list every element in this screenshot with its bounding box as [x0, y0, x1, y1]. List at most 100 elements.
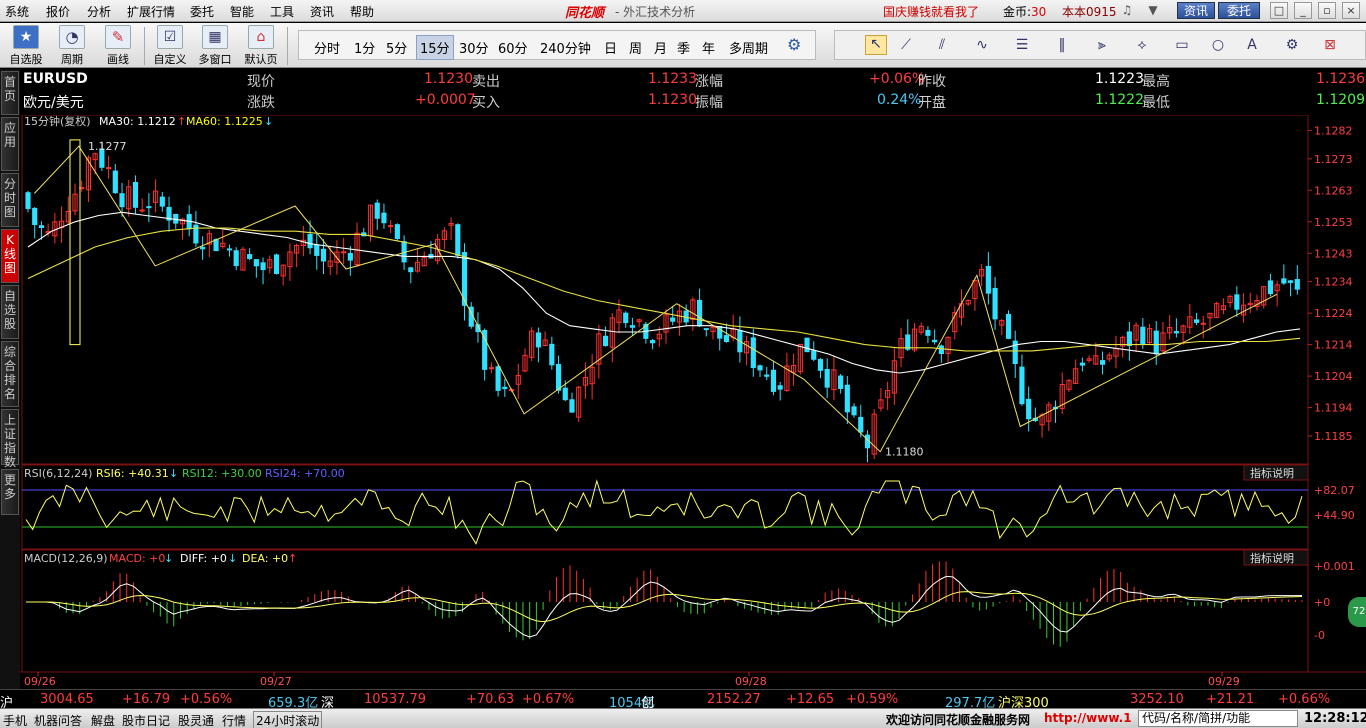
close-icon[interactable]: ×	[1342, 2, 1360, 19]
settings-gear-icon[interactable]: ⚙	[787, 35, 801, 54]
pointer-icon[interactable]: ↖	[865, 35, 887, 55]
tab-intraday[interactable]: 分时图	[1, 173, 19, 227]
rectangle-tool-icon[interactable]: ▭	[1171, 37, 1193, 53]
restore-icon[interactable]: □	[1270, 2, 1288, 19]
tab-ranking[interactable]: 综合排名	[1, 341, 19, 407]
tab-home[interactable]: 首页	[1, 71, 19, 115]
welcome-banner: 欢迎访问同花顺金融服务网	[886, 713, 1031, 727]
kline-panel[interactable]: 1.1282 1.1273 1.1263 1.1253 1.1243 1.1234 1.12…	[25, 124, 1353, 463]
period-1min[interactable]: 1分	[354, 38, 375, 57]
candle-body	[341, 251, 347, 254]
status-24h-scroll[interactable]: 24小时滚动	[253, 711, 323, 728]
menu-smart[interactable]: 智能	[230, 3, 254, 20]
ma30-arrow: ↑	[177, 115, 186, 128]
candle-body	[770, 369, 777, 392]
candle-body	[106, 167, 112, 170]
period-year[interactable]: 年	[702, 38, 715, 57]
menu-entrust[interactable]: 委托	[190, 3, 214, 20]
period-multi[interactable]: 多周期	[729, 38, 768, 57]
multi-window-button[interactable]: ▦ 多窗口	[194, 25, 236, 67]
period-60min[interactable]: 60分	[498, 38, 528, 57]
minimize-icon[interactable]: _	[1294, 2, 1312, 19]
status-quotes[interactable]: 行情	[222, 712, 246, 728]
tab-watchlist[interactable]: 自选股	[1, 285, 19, 339]
macd-caption: MACD(12,26,9)	[24, 552, 108, 565]
menu-analysis[interactable]: 分析	[87, 3, 111, 20]
candle-body	[777, 385, 783, 390]
x-date-label: 09/27	[260, 675, 292, 688]
tab-more[interactable]: 更多	[1, 469, 19, 515]
tab-kline[interactable]: K线图	[1, 229, 19, 283]
shirt-icon[interactable]: ▼	[1146, 3, 1160, 17]
period-month[interactable]: 月	[654, 38, 667, 57]
index-item: 2152.27	[707, 692, 761, 707]
candle-body	[260, 262, 266, 271]
menu-news[interactable]: 资讯	[310, 3, 334, 20]
wave-tool-icon[interactable]: ∿	[971, 37, 993, 53]
bell-icon[interactable]: ♫	[1120, 3, 1134, 17]
period-quarter[interactable]: 季	[677, 38, 690, 57]
candle-body	[985, 265, 991, 294]
status-stock-link[interactable]: 股灵通	[178, 712, 214, 728]
floating-badge[interactable]: 72	[1348, 597, 1366, 627]
status-commentary[interactable]: 解盘	[91, 712, 115, 728]
candle-body	[723, 335, 730, 342]
candle-body	[992, 287, 998, 320]
trade-button[interactable]: 委托	[1218, 2, 1260, 19]
delete-drawing-icon[interactable]: ⊠	[1319, 37, 1341, 53]
draw-settings-gear-icon[interactable]: ⚙	[1281, 37, 1303, 53]
circle-tool-icon[interactable]: ○	[1207, 37, 1229, 53]
watchlist-button[interactable]: ★ 自选股	[6, 25, 46, 67]
parallel-line-icon[interactable]: ⫽	[931, 37, 953, 53]
period-15min[interactable]: 15分	[416, 35, 454, 60]
macd-tick-label: +0.001	[1314, 560, 1355, 573]
promo-link[interactable]: 国庆赚钱就看我了	[883, 3, 979, 20]
index-item: +0.67%	[522, 692, 575, 707]
candle-body	[562, 387, 568, 401]
status-diary[interactable]: 股市日记	[122, 712, 170, 728]
drawing-tools-bar: ↖ ⟋ ⫽ ∿ ☰ ‖ ⫸ ⟡ ▭ ○ A ⚙ ⊠	[834, 30, 1366, 60]
fibonacci-icon[interactable]: ☰	[1011, 37, 1033, 53]
period-day[interactable]: 日	[604, 38, 617, 57]
macd-panel[interactable]: +0.001 +0 -0	[26, 560, 1355, 647]
kline-panel-frame	[21, 114, 1309, 465]
candle-body	[851, 406, 857, 416]
menu-tools[interactable]: 工具	[270, 3, 294, 20]
site-url-link[interactable]: http://www.1	[1044, 711, 1132, 725]
tab-shanghai-index[interactable]: 上证指数	[1, 409, 19, 469]
custom-button[interactable]: ☑ 自定义	[150, 25, 190, 67]
rsi-panel[interactable]: +82.07 +44.90	[22, 479, 1355, 545]
candle-body	[817, 359, 824, 371]
value-change-pct: +0.06%	[869, 71, 926, 87]
default-page-button[interactable]: ⌂ 默认页	[240, 25, 282, 67]
channel-tool-icon[interactable]: ⟡	[1131, 37, 1153, 53]
chart-area[interactable]: 1.1282 1.1273 1.1263 1.1253 1.1243 1.1234 1.12…	[20, 114, 1366, 689]
tab-apps[interactable]: 应用	[1, 117, 19, 171]
menu-system[interactable]: 系统	[5, 3, 29, 20]
text-tool-icon[interactable]: A	[1241, 37, 1263, 53]
line-tool-icon[interactable]: ⟋	[895, 37, 917, 53]
menu-quote[interactable]: 报价	[46, 3, 70, 20]
menu-help[interactable]: 帮助	[350, 3, 374, 20]
fan-tool-icon[interactable]: ⫸	[1091, 37, 1113, 53]
ma60-arrow: ↓	[264, 115, 273, 128]
news-button[interactable]: 资讯	[1177, 2, 1215, 19]
period-240min[interactable]: 240分钟	[540, 38, 591, 57]
maximize-icon[interactable]: ▫	[1318, 2, 1336, 19]
username[interactable]: 本本0915	[1062, 3, 1117, 20]
grid-icon: ▦	[202, 25, 228, 49]
candle-body	[811, 350, 817, 360]
bars-tool-icon[interactable]: ‖	[1051, 37, 1073, 53]
status-mobile[interactable]: 手机	[3, 712, 27, 728]
period-week[interactable]: 周	[629, 38, 642, 57]
period-30min[interactable]: 30分	[459, 38, 489, 57]
code-search-input[interactable]: 代码/名称/简拼/功能	[1138, 710, 1298, 727]
menu-extended-quote[interactable]: 扩展行情	[127, 3, 175, 20]
kline-chart[interactable]: 1.1282 1.1273 1.1263 1.1253 1.1243 1.1234 1.12…	[20, 114, 1366, 689]
draw-line-button[interactable]: ✎ 画线	[98, 25, 138, 67]
period-button[interactable]: ◔ 周期	[52, 25, 92, 67]
period-intraday[interactable]: 分时	[314, 38, 340, 57]
candle-body	[1079, 362, 1085, 366]
period-5min[interactable]: 5分	[386, 38, 407, 57]
status-robot-qa[interactable]: 机器问答	[34, 712, 82, 728]
